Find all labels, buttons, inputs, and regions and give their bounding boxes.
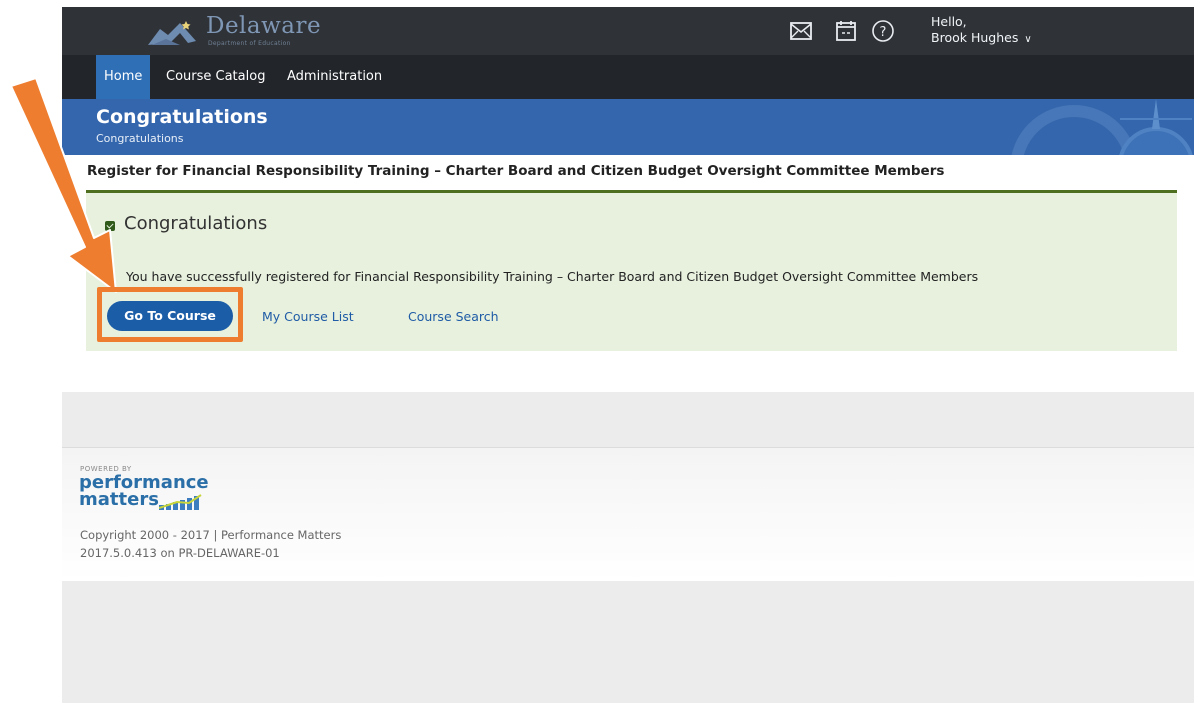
user-menu[interactable]: Hello, Brook Hughes ∨ [931,14,1032,48]
app-frame: Delaware Department of Education ? Hello… [62,7,1194,703]
annotation-highlight-box [97,287,243,342]
banner-compass-art [1011,99,1193,155]
help-icon[interactable]: ? [871,19,895,43]
chevron-down-icon: ∨ [1024,34,1032,45]
mail-icon[interactable] [789,19,813,43]
page-bottom-area [62,581,1194,703]
calendar-icon[interactable] [834,19,858,43]
brand-line-2: matters [79,489,159,510]
logo-wordmark: Delaware [206,13,322,39]
footer: POWERED BY performance matters Copyright… [62,448,1194,581]
bar-graph-icon [159,494,202,510]
my-course-list-link[interactable]: My Course List [262,309,354,324]
success-heading: Congratulations [124,213,268,234]
copyright-text: Copyright 2000 - 2017 | Performance Matt… [80,528,342,542]
svg-text:?: ? [880,25,887,40]
greeting-text: Hello, [931,14,967,29]
delaware-logo[interactable]: Delaware Department of Education [146,13,346,49]
logo-subtitle: Department of Education [208,40,291,47]
nav-course-catalog[interactable]: Course Catalog [158,55,273,99]
annotation-arrow-icon [10,78,117,293]
user-name: Brook Hughes [931,30,1019,45]
content-spacer [62,392,1194,448]
logo-mark-icon [148,21,196,45]
success-message: You have successfully registered for Fin… [126,269,979,284]
top-bar: Delaware Department of Education ? Hello… [62,7,1194,55]
nav-administration[interactable]: Administration [279,55,390,99]
performance-matters-logo[interactable]: performance matters [79,474,239,514]
registration-title: Register for Financial Responsibility Tr… [87,163,945,179]
success-panel: Congratulations You have successfully re… [86,193,1177,351]
version-text: 2017.5.0.413 on PR-DELAWARE-01 [80,546,280,560]
main-nav: Home Course Catalog Administration [62,55,1194,99]
course-search-link[interactable]: Course Search [408,309,499,324]
page-title: Congratulations [96,106,268,128]
page-banner: Congratulations Congratulations [62,99,1194,155]
